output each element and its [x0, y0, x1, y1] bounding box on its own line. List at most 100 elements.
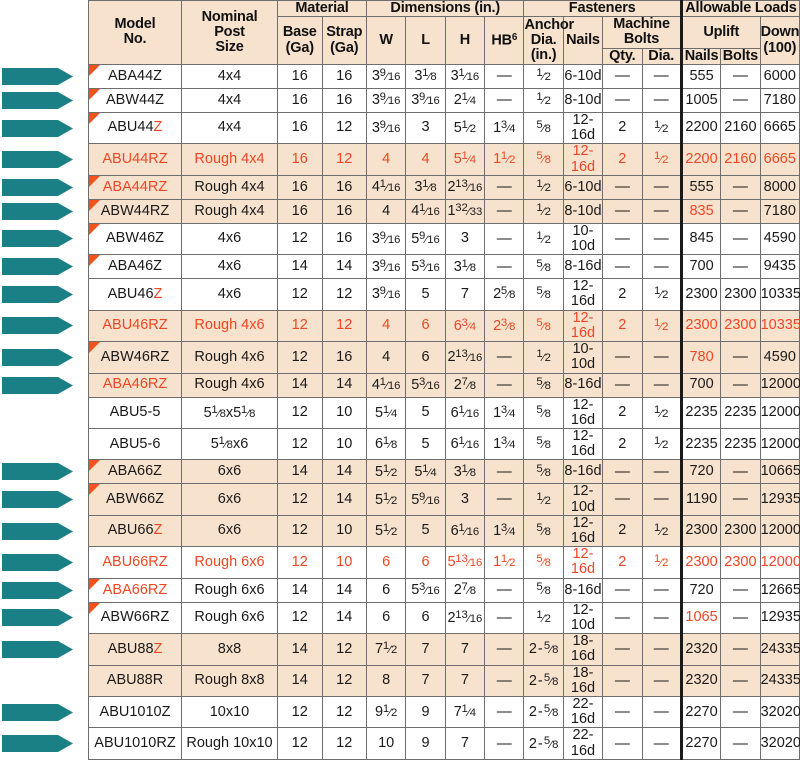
- table-row[interactable]: ABW46RZ Rough 4x6 12 16 4 6 213⁄16—1⁄2 10-10d — —…: [88, 341, 800, 374]
- table-row[interactable]: ABU1010Z 10x10 12 12 91⁄2 9 71⁄4—2 - 5⁄8 22-16d…: [88, 695, 800, 729]
- cell-dim-hb: —: [484, 695, 525, 729]
- hb-label: HB: [491, 32, 512, 49]
- table-row[interactable]: ABU66Z 6x6 12 10 51⁄2 5 61⁄16 13⁄4 5⁄8 12-16d 2 1⁄2…: [88, 514, 800, 548]
- model-no-text: ABU88R: [106, 672, 164, 689]
- cell-fastener-nails: 12-16d: [562, 309, 604, 343]
- table-row[interactable]: ABU5-5 51⁄8x51⁄8 12 10 51⁄4 5 61⁄16 13⁄4 5⁄8 12-1…: [88, 396, 800, 429]
- table-row[interactable]: ABU44RZ Rough 4x4 16 12 4 4 51⁄4 11⁄2 5⁄8 12-16d 2…: [88, 143, 800, 176]
- cell-bolt-qty: —: [602, 222, 643, 256]
- cell-dim-l: 5: [405, 278, 446, 311]
- cell-model-no[interactable]: ABU66RZ: [88, 546, 182, 579]
- cell-model-no[interactable]: ABA66RZ: [88, 577, 182, 603]
- cell-model-no[interactable]: ABW46Z: [88, 222, 182, 256]
- row-highlight-arrow-icon: [2, 640, 74, 659]
- cell-bolt-qty: —: [602, 459, 643, 485]
- col-header-hb: HB6: [484, 16, 525, 65]
- table-row[interactable]: ABU88R Rough 8x8 14 12 8 7 7—2 - 5⁄8 18-16d — —23…: [88, 664, 800, 698]
- table-row[interactable]: ABU44Z 4x4 16 12 39⁄16 3 51⁄2 13⁄4 5⁄8 12-16d 2 1⁄2…: [88, 111, 800, 145]
- cell-uplift-nails: 700: [679, 372, 722, 398]
- cell-anchor-dia: 1⁄2: [523, 222, 564, 256]
- cell-down-load: 12665: [759, 577, 800, 603]
- table-row[interactable]: ABU1010RZ Rough 10x10 12 12 10 9 7—2 - 5⁄8 22-1…: [88, 727, 800, 760]
- row-highlight-arrow-icon: [2, 257, 74, 276]
- cell-model-no[interactable]: ABU88Z: [88, 633, 182, 666]
- row-highlight-arrow-icon: [2, 553, 74, 572]
- cell-model-no[interactable]: ABU44RZ: [88, 143, 182, 176]
- row-highlight-arrow-icon: [2, 229, 74, 248]
- new-item-corner-icon: [89, 255, 100, 267]
- table-row[interactable]: ABA66Z 6x6 14 14 51⁄2 51⁄4 31⁄8—5⁄8 8-16d — —720—…: [88, 459, 800, 485]
- cell-dim-w: 6: [365, 546, 407, 579]
- anchor-line3: (in.): [530, 47, 557, 64]
- table-row[interactable]: ABA44Z 4x4 16 16 39⁄16 31⁄8 31⁄16—1⁄2 6-10d — —55…: [88, 63, 800, 89]
- cell-post-size: Rough 4x6: [181, 309, 278, 343]
- cell-anchor-dia: 5⁄8: [523, 254, 564, 280]
- cell-uplift-nails: 2270: [679, 727, 722, 760]
- cell-base-ga: 16: [277, 111, 323, 145]
- model-no-text: ABU44RZ: [102, 150, 168, 167]
- model-suffix: Z: [153, 640, 163, 657]
- table-row[interactable]: ABA46RZ Rough 4x6 14 14 41⁄16 53⁄16 27⁄8—5⁄8 8-…: [88, 372, 800, 398]
- model-suffix: Z: [153, 522, 163, 539]
- cell-model-no[interactable]: ABU46RZ: [88, 309, 182, 343]
- row-highlight-arrow-icon: [2, 316, 74, 335]
- cell-down-load: 12000: [759, 396, 800, 429]
- cell-model-no[interactable]: ABA46RZ: [88, 372, 182, 398]
- cell-model-no[interactable]: ABA46Z: [88, 254, 182, 280]
- new-item-corner-icon: [89, 175, 100, 187]
- cell-model-no[interactable]: ABA44Z: [88, 63, 182, 89]
- col-header-nominal-post-size: Nominal Post Size: [181, 0, 278, 65]
- table-row[interactable]: ABW44RZ Rough 4x4 16 16 4 41⁄16 132⁄33—1⁄2 8-10…: [88, 198, 800, 224]
- cell-model-no[interactable]: ABU46Z: [88, 278, 182, 311]
- cell-model-no[interactable]: ABU88R: [88, 664, 182, 698]
- cell-model-no[interactable]: ABW44Z: [88, 87, 182, 113]
- cell-down-load: 7180: [759, 198, 800, 224]
- cell-uplift-nails: 2300: [679, 546, 722, 579]
- table-row[interactable]: ABA44RZ Rough 4x4 16 16 41⁄16 31⁄8 213⁄16—1⁄2 6…: [88, 174, 800, 200]
- cell-model-no[interactable]: ABU5-6: [88, 427, 182, 461]
- model-no-line1: Model: [114, 16, 156, 33]
- cell-uplift-nails: 1190: [679, 483, 722, 516]
- cell-bolt-dia: —: [641, 459, 682, 485]
- table-row[interactable]: ABW66Z 6x6 12 14 51⁄2 59⁄16 3—1⁄2 12-10d — —1190—…: [88, 483, 800, 516]
- cell-model-no[interactable]: ABA66Z: [88, 459, 182, 485]
- cell-post-size: 10x10: [181, 695, 278, 729]
- table-row[interactable]: ABU46Z 4x6 12 12 39⁄16 5 7 25⁄8 5⁄8 12-16d 2 1⁄2 230…: [88, 278, 800, 311]
- cell-post-size: 4x4: [181, 111, 278, 145]
- cell-post-size: Rough 6x6: [181, 577, 278, 603]
- cell-base-ga: 12: [277, 341, 323, 374]
- cell-model-no[interactable]: ABU66Z: [88, 514, 182, 548]
- table-row[interactable]: ABA46Z 4x6 14 14 39⁄16 53⁄16 31⁄8—5⁄8 8-16d — —70…: [88, 254, 800, 280]
- model-no-text: ABA66RZ: [102, 581, 168, 598]
- table-row[interactable]: ABA66RZ Rough 6x6 14 14 6 53⁄16 27⁄8—5⁄8 8-16d —…: [88, 577, 800, 603]
- cell-model-no[interactable]: ABW66Z: [88, 483, 182, 516]
- cell-strap-ga: 12: [321, 727, 367, 760]
- cell-dim-h: 7: [444, 633, 486, 666]
- table-row[interactable]: ABU46RZ Rough 4x6 12 12 4 6 63⁄4 23⁄8 5⁄8 12-16d 2…: [88, 309, 800, 343]
- cell-dim-h: 213⁄16: [444, 341, 486, 374]
- cell-dim-hb: —: [484, 174, 525, 200]
- table-row[interactable]: ABU88Z 8x8 14 12 71⁄2 7 7—2 - 5⁄8 18-16d — —2320—…: [88, 633, 800, 666]
- cell-dim-w: 91⁄2: [365, 695, 407, 729]
- cell-model-no[interactable]: ABU1010Z: [88, 695, 182, 729]
- cell-model-no[interactable]: ABA44RZ: [88, 174, 182, 200]
- cell-model-no[interactable]: ABW44RZ: [88, 198, 182, 224]
- cell-model-no[interactable]: ABU1010RZ: [88, 727, 182, 760]
- cell-model-no[interactable]: ABU44Z: [88, 111, 182, 145]
- cell-bolt-qty: 2: [602, 278, 643, 311]
- row-highlight-arrow-icon: [2, 202, 74, 221]
- table-row[interactable]: ABU66RZ Rough 6x6 12 10 6 6 513⁄16 11⁄2 5⁄8 12-16…: [88, 546, 800, 579]
- cell-anchor-dia: 5⁄8: [523, 546, 564, 579]
- table-row[interactable]: ABW44Z 4x4 16 16 39⁄16 39⁄16 21⁄4—1⁄2 8-10d — —10…: [88, 87, 800, 113]
- row-highlight-arrow-icon: [2, 119, 74, 138]
- cell-down-load: 6665: [759, 143, 800, 176]
- table-row[interactable]: ABU5-6 51⁄8x6 12 10 61⁄8 5 61⁄16 13⁄4 5⁄8 12-16d 2…: [88, 427, 800, 461]
- model-no-text: ABU1010RZ: [94, 735, 176, 752]
- table-row[interactable]: ABW46Z 4x6 12 16 39⁄16 59⁄16 3—1⁄2 10-10d — —845—…: [88, 222, 800, 256]
- cell-model-no[interactable]: ABU5-5: [88, 396, 182, 429]
- cell-strap-ga: 14: [321, 483, 367, 516]
- cell-model-no[interactable]: ABW46RZ: [88, 341, 182, 374]
- model-no-text: ABU5-6: [109, 435, 161, 452]
- col-header-bolt-dia: Dia.: [641, 47, 682, 65]
- cell-dim-w: 39⁄16: [365, 63, 407, 89]
